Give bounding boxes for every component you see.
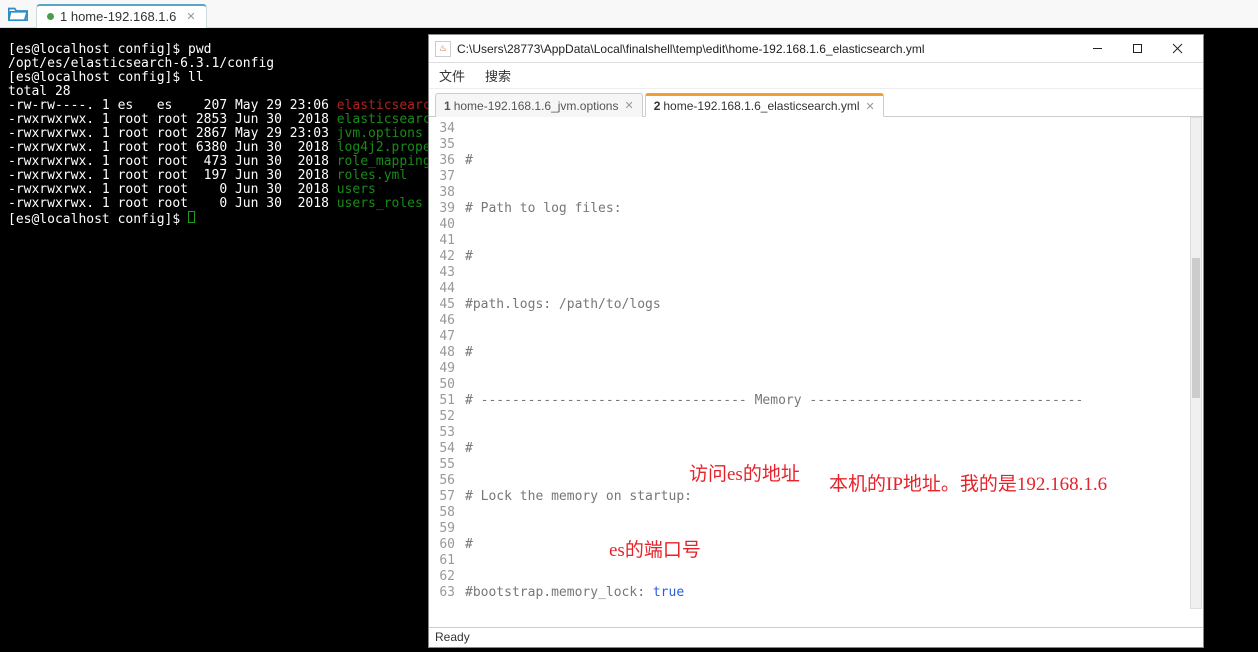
scrollbar-thumb[interactable] [1192,258,1200,398]
annotation-host-label: 访问es的地址 [689,459,800,486]
close-icon[interactable]: ✕ [865,100,874,113]
terminal[interactable]: [es@localhost config]$ pwd /opt/es/elast… [0,28,430,652]
session-tab[interactable]: 1 home-192.168.1.6 ✕ [36,4,207,28]
menu-file[interactable]: 文件 [439,66,465,85]
close-icon[interactable]: ✕ [624,99,633,112]
annotation-ip-note: 本机的IP地址。我的是192.168.1.6 [829,469,1107,496]
outer-tab-bar: 1 home-192.168.1.6 ✕ [0,0,1258,28]
maximize-button[interactable] [1117,37,1157,61]
code-area[interactable]: 3435363738394041424344454647484950515253… [429,117,1203,627]
editor-tab-label: home-192.168.1.6_jvm.options [454,99,619,113]
close-icon[interactable]: ✕ [186,10,195,23]
line-gutter: 3435363738394041424344454647484950515253… [429,121,461,601]
menu-bar: 文件 搜索 [429,63,1203,89]
code-body[interactable]: # # Path to log files: # #path.logs: /pa… [465,121,1189,627]
editor-tab-es[interactable]: 2 home-192.168.1.6_elasticsearch.yml✕ [645,93,884,117]
editor-window: ♨ C:\Users\28773\AppData\Local\finalshel… [428,34,1204,648]
editor-titlebar[interactable]: ♨ C:\Users\28773\AppData\Local\finalshel… [429,35,1203,63]
annotation-port-label: es的端口号 [609,535,701,562]
main-area: [es@localhost config]$ pwd /opt/es/elast… [0,28,1258,652]
session-tab-label: 1 home-192.168.1.6 [60,9,176,24]
status-dot-icon [47,13,54,20]
java-icon: ♨ [435,41,451,57]
status-bar: Ready [429,627,1203,647]
folder-open-icon[interactable] [8,6,28,22]
editor-title: C:\Users\28773\AppData\Local\finalshell\… [457,42,1077,56]
editor-tab-jvm[interactable]: 1 home-192.168.1.6_jvm.options✕ [435,93,643,117]
minimize-button[interactable] [1077,37,1117,61]
editor-tab-label: home-192.168.1.6_elasticsearch.yml [663,99,859,113]
menu-search[interactable]: 搜索 [485,66,511,85]
close-button[interactable] [1157,37,1197,61]
editor-tab-bar: 1 home-192.168.1.6_jvm.options✕ 2 home-1… [429,89,1203,117]
vertical-scrollbar[interactable] [1190,117,1202,609]
